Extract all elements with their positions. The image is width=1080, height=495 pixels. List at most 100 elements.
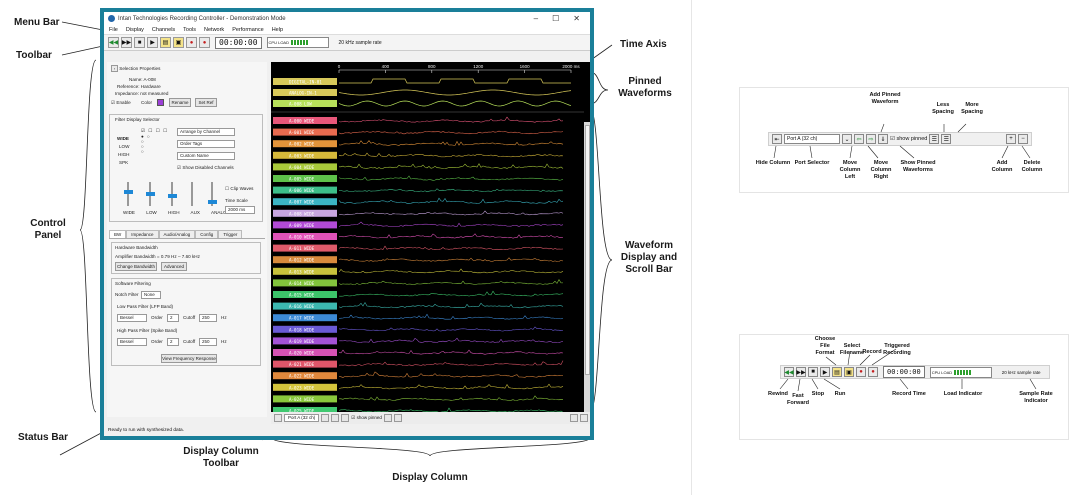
low-slider-knob[interactable] (146, 192, 155, 196)
filter-wide[interactable]: WIDE (117, 136, 129, 141)
inset-triggered-button[interactable]: ● (868, 367, 878, 377)
more-spacing-button[interactable] (393, 414, 402, 422)
enable-checkbox[interactable]: ☑ Enable (111, 100, 131, 106)
fast-forward-button[interactable]: ▶▶ (121, 37, 132, 48)
high-pass-order-field[interactable]: 2 (167, 338, 179, 346)
color-label: Color (141, 100, 152, 105)
inset-delete-column-button[interactable]: − (1018, 134, 1028, 144)
change-bandwidth-button[interactable]: Change Bandwidth (115, 262, 157, 271)
filter-low[interactable]: LOW (119, 144, 129, 149)
filter-checkboxes[interactable]: ☑ ☐ ☐ ☐ ● ○ ○ ○ ○ (141, 128, 168, 154)
inset-run-button[interactable]: ▶ (820, 367, 830, 377)
toolbar: ◀◀ ▶▶ ■ ▶ ▤ ▣ ● ● 00:00:00 CPU LOAD 20 k… (104, 35, 590, 51)
low-scale-slider[interactable] (146, 182, 155, 206)
wide-slider-knob[interactable] (124, 190, 133, 194)
inset-add-column-button[interactable]: + (1006, 134, 1016, 144)
inset-select-filename-button[interactable]: ▣ (844, 367, 854, 377)
inset-move-left-button[interactable]: ⇦ (854, 134, 864, 144)
inset-move-right-button[interactable]: ⇨ (866, 134, 876, 144)
channel-trace (338, 221, 564, 227)
inset-fast-forward-button[interactable]: ▶▶ (796, 367, 806, 377)
inset-show-pinned-checkbox[interactable]: ☑ show pinned (890, 136, 927, 142)
waveform-scrollbar[interactable] (584, 122, 590, 412)
maximize-button[interactable]: ☐ (552, 14, 559, 23)
tab-audio-analog[interactable]: Audio/Analog (158, 230, 196, 238)
analog-slider-knob[interactable] (208, 200, 217, 204)
stop-button[interactable]: ■ (134, 37, 145, 48)
show-disabled-checkbox[interactable]: ☑ Show Disabled Channels (177, 165, 234, 171)
clip-waves-checkbox[interactable]: ☐ Clip Waves (225, 186, 253, 192)
waveform-display[interactable]: 0 400 800 1200 1600 2000 ms DIGITAL-IN-01 ANALO… (271, 62, 590, 414)
triggered-record-button[interactable]: ● (199, 37, 210, 48)
inset-less-spacing-button[interactable]: ☰ (929, 134, 940, 144)
minimize-button[interactable]: – (534, 14, 538, 23)
inset-stop-button[interactable]: ■ (808, 367, 818, 377)
view-frequency-response-button[interactable]: View Frequency Response (161, 354, 217, 363)
inset-port-selector[interactable]: Port A (32 ch) (784, 134, 840, 144)
channel-trace (338, 245, 564, 250)
advanced-button[interactable]: Advanced (161, 262, 187, 271)
inset-record-button[interactable]: ● (856, 367, 866, 377)
tab-config[interactable]: Config (195, 230, 219, 238)
tab-trigger[interactable]: Trigger (218, 230, 243, 238)
high-pass-type-select[interactable]: Bessel (117, 338, 147, 346)
scrollbar-thumb[interactable] (585, 125, 590, 375)
move-column-left-button[interactable] (321, 414, 330, 422)
menu-performance[interactable]: Performance (232, 27, 264, 33)
port-selector[interactable]: Port A (32 ch) (284, 414, 320, 422)
choose-file-format-button[interactable]: ▤ (160, 37, 171, 48)
add-column-button[interactable] (570, 414, 578, 422)
close-button[interactable]: ✕ (573, 14, 580, 23)
inset-hide-column-button[interactable]: ⇤ (772, 134, 782, 144)
menu-channels[interactable]: Channels (152, 27, 175, 33)
low-pass-order-field[interactable]: 2 (167, 314, 179, 322)
less-spacing-button[interactable] (383, 414, 392, 422)
arrange-select[interactable]: Arrange by Channel (177, 128, 235, 136)
menu-display[interactable]: Display (126, 27, 144, 33)
label-more-spacing: More Spacing (961, 102, 983, 115)
label-record-time: Record Time (892, 391, 926, 397)
channel-label: A-009 WIDE (289, 223, 315, 228)
menu-file[interactable]: File (109, 27, 118, 33)
high-pass-cutoff-field[interactable]: 250 (199, 338, 217, 346)
show-pinned-checkbox[interactable]: ☑ show pinned (351, 415, 382, 421)
menu-help[interactable]: Help (272, 27, 283, 33)
menu-network[interactable]: Network (204, 27, 224, 33)
inset-choose-format-button[interactable]: ▤ (832, 367, 842, 377)
low-pass-type-select[interactable]: Bessel (117, 314, 147, 322)
delete-column-button[interactable] (580, 414, 588, 422)
custom-name-select[interactable]: Custom Name (177, 152, 235, 160)
select-filename-button[interactable]: ▣ (173, 37, 184, 48)
hide-column-button[interactable] (274, 414, 282, 422)
low-pass-cutoff-field[interactable]: 250 (199, 314, 217, 322)
order-select[interactable]: Order Tags (177, 140, 235, 148)
inset-chevron-down-icon[interactable]: ⌄ (842, 134, 852, 144)
high-scale-slider[interactable] (168, 182, 177, 206)
hide-panel-icon[interactable]: ‹ (111, 65, 118, 72)
rename-button[interactable]: Rename (169, 98, 191, 107)
record-button[interactable]: ● (186, 37, 197, 48)
load-indicator-label: CPU LOAD (268, 40, 289, 45)
aux-scale-slider[interactable] (191, 182, 193, 206)
wide-scale-slider[interactable] (124, 182, 133, 206)
filter-spk[interactable]: SPK (119, 160, 128, 165)
tab-bw[interactable]: BW (109, 230, 127, 238)
color-swatch[interactable] (157, 99, 164, 106)
time-scale-select[interactable]: 2000 ms (225, 206, 255, 214)
menu-tools[interactable]: Tools (183, 27, 196, 33)
analog-scale-slider[interactable] (208, 182, 217, 206)
add-pinned-waveform-button[interactable] (341, 414, 350, 422)
notch-filter-select[interactable]: None (141, 291, 161, 299)
move-column-right-button[interactable] (331, 414, 340, 422)
run-button[interactable]: ▶ (147, 37, 158, 48)
inset-rewind-button[interactable]: ◀◀ (784, 367, 794, 377)
tab-impedance[interactable]: Impedance (126, 230, 159, 238)
high-slider-knob[interactable] (168, 194, 177, 198)
set-ref-button[interactable]: Set Ref (195, 98, 217, 107)
filter-high[interactable]: HIGH (118, 152, 129, 157)
inset-more-spacing-button[interactable]: ☰ (941, 134, 952, 144)
rewind-button[interactable]: ◀◀ (108, 37, 119, 48)
inset-load-indicator: CPU LOAD (929, 366, 992, 378)
inset-add-pinned-button[interactable]: ⇓ (878, 134, 888, 144)
label-add-pinned: Add Pinned Waveform (869, 92, 901, 105)
